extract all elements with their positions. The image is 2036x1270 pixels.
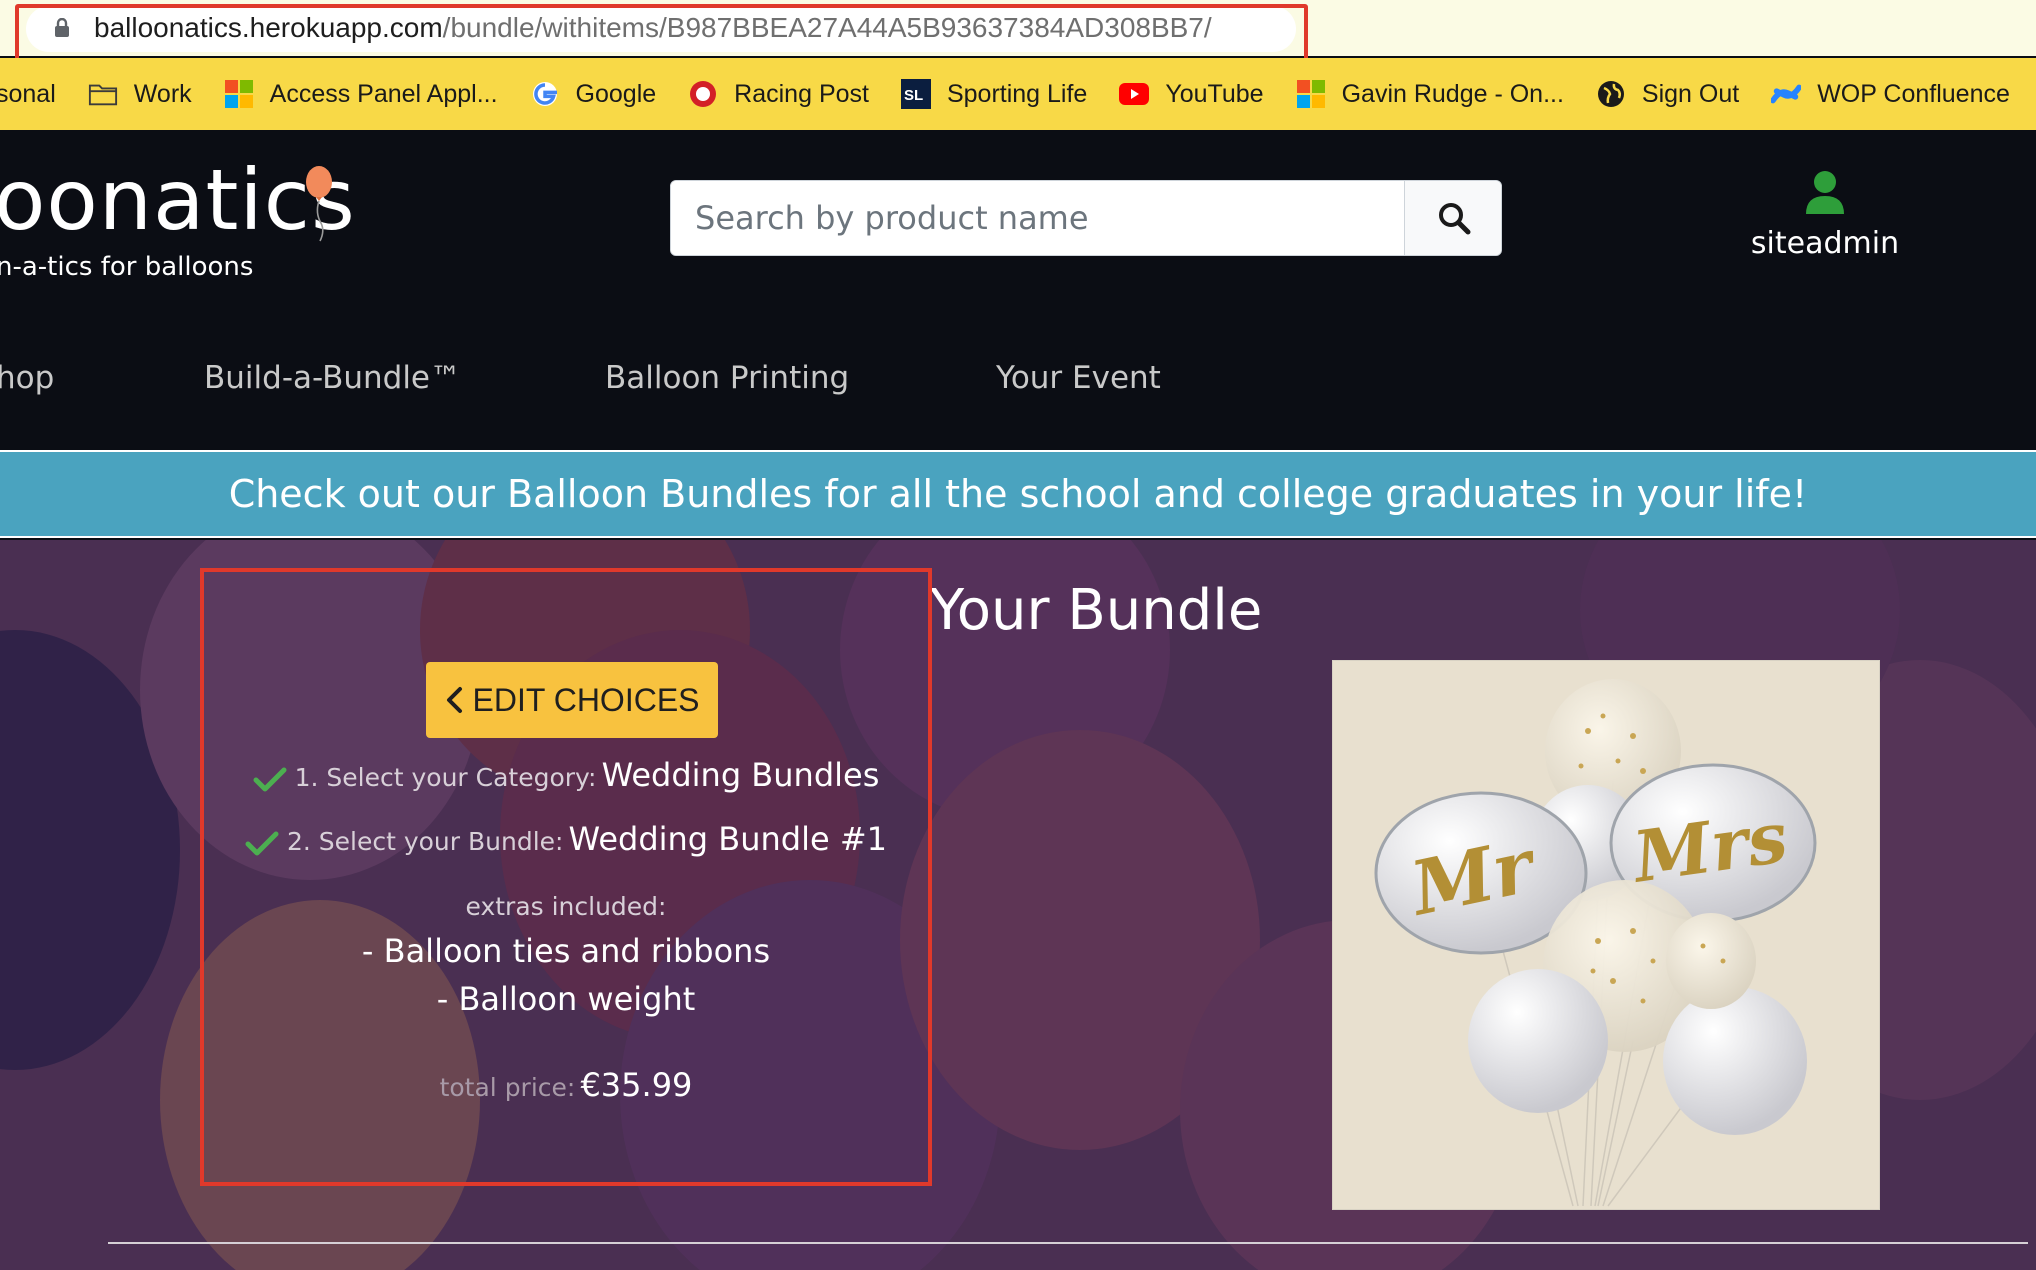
step-value: Wedding Bundle #1 [568, 820, 888, 858]
google-icon [530, 79, 560, 109]
bookmark-label: Work [133, 79, 192, 108]
bookmark-label: YouTube [1165, 79, 1264, 108]
step-value: Wedding Bundles [601, 756, 880, 794]
svg-text:SL: SL [904, 87, 923, 104]
bookmark-sign-out[interactable]: Sign Out [1596, 58, 1739, 130]
user-icon [1806, 171, 1844, 214]
nav-your-event[interactable]: Your Event [996, 360, 1161, 396]
bookmark-google[interactable]: Google [530, 58, 657, 130]
bookmark-label: Gavin Rudge - On... [1341, 79, 1564, 108]
bookmark-access-panel[interactable]: Access Panel Appl... [224, 58, 498, 130]
bookmark-personal[interactable]: sonal [0, 58, 56, 130]
search-input[interactable] [671, 181, 1405, 255]
site-logo[interactable]: oonatics [0, 150, 356, 250]
edit-choices-button[interactable]: EDIT CHOICES [426, 662, 718, 738]
extras-label: extras included: [465, 892, 667, 921]
extra-item: - Balloon weight [436, 980, 696, 1018]
checkmark-icon [253, 767, 287, 797]
bookmark-label: Access Panel Appl... [269, 79, 498, 108]
edit-choices-label: EDIT CHOICES [472, 681, 700, 718]
mr-mrs-balloons-image: Mr Mrs [1333, 661, 1879, 1209]
bundle-summary-box: EDIT CHOICES 1. Select your Category: We… [200, 568, 932, 1186]
bookmark-work[interactable]: Work [88, 58, 192, 130]
search-button[interactable] [1404, 181, 1501, 255]
microsoft-icon [224, 79, 254, 109]
bundle-product-image: Mr Mrs [1332, 660, 1880, 1210]
extra-item: - Balloon ties and ribbons [361, 932, 771, 970]
confluence-icon [1771, 79, 1802, 109]
bookmarks-bar: sonal Work Access Panel Appl... Google R… [0, 58, 2036, 130]
bookmark-label: Racing Post [734, 79, 869, 108]
nav-build-a-bundle[interactable]: Build-a-Bundle™ [204, 360, 461, 396]
tagline: n-a-tics for balloons [0, 252, 254, 282]
checkmark-icon [245, 831, 279, 861]
promo-text: Check out our Balloon Bundles for all th… [228, 472, 1808, 516]
bookmark-label: Sign Out [1641, 79, 1740, 108]
bookmark-wop-confluence[interactable]: WOP Confluence [1771, 58, 2010, 130]
nav-shop[interactable]: hop [0, 360, 54, 396]
bookmark-racing-post[interactable]: Racing Post [688, 58, 869, 130]
sporting-life-icon: SL [900, 79, 931, 109]
youtube-icon [1119, 79, 1150, 109]
site-header: oonatics n-a-tics for balloons siteadmin… [0, 130, 2036, 450]
search-icon [1438, 203, 1470, 235]
chevron-left-icon [445, 686, 463, 714]
bookmark-label: sonal [0, 79, 56, 108]
promo-banner[interactable]: Check out our Balloon Bundles for all th… [0, 450, 2036, 538]
step-bundle: 2. Select your Bundle: Wedding Bundle #1 [204, 820, 928, 861]
section-divider [108, 1242, 2028, 1244]
bookmark-label: Sporting Life [946, 79, 1088, 108]
bookmark-label: Google [575, 79, 657, 108]
step-label: 2. Select your Bundle: [286, 827, 564, 856]
step-label: 1. Select your Category: [294, 763, 597, 792]
microsoft-icon [1296, 79, 1326, 109]
total-price-value: €35.99 [580, 1066, 693, 1104]
balloon-icon [306, 166, 332, 242]
bookmark-gavin-rudge[interactable]: Gavin Rudge - On... [1296, 58, 1564, 130]
folder-icon [88, 79, 118, 109]
main-nav: hop Build-a-Bundle™ Balloon Printing You… [0, 360, 2036, 420]
page-title: Your Bundle [930, 578, 1263, 643]
bundle-section: Your Bundle EDIT CHOICES 1. Select your … [0, 540, 2036, 1270]
total-price: total price: €35.99 [204, 1066, 928, 1104]
user-account[interactable]: siteadmin [1740, 170, 1910, 261]
bookmark-youtube[interactable]: YouTube [1119, 58, 1264, 130]
url-highlight-box [15, 4, 1308, 66]
search-bar [670, 180, 1502, 256]
racing-post-icon [688, 79, 718, 109]
bookmark-label: WOP Confluence [1817, 79, 2010, 108]
bookmark-sporting-life[interactable]: SL Sporting Life [900, 58, 1088, 130]
browser-address-bar: balloonatics.herokuapp.com/bundle/withit… [0, 0, 2036, 66]
step-category: 1. Select your Category: Wedding Bundles [204, 756, 928, 797]
globe-icon [1596, 79, 1626, 109]
total-price-label: total price: [439, 1073, 576, 1102]
nav-balloon-printing[interactable]: Balloon Printing [605, 360, 849, 396]
username: siteadmin [1750, 226, 1900, 261]
